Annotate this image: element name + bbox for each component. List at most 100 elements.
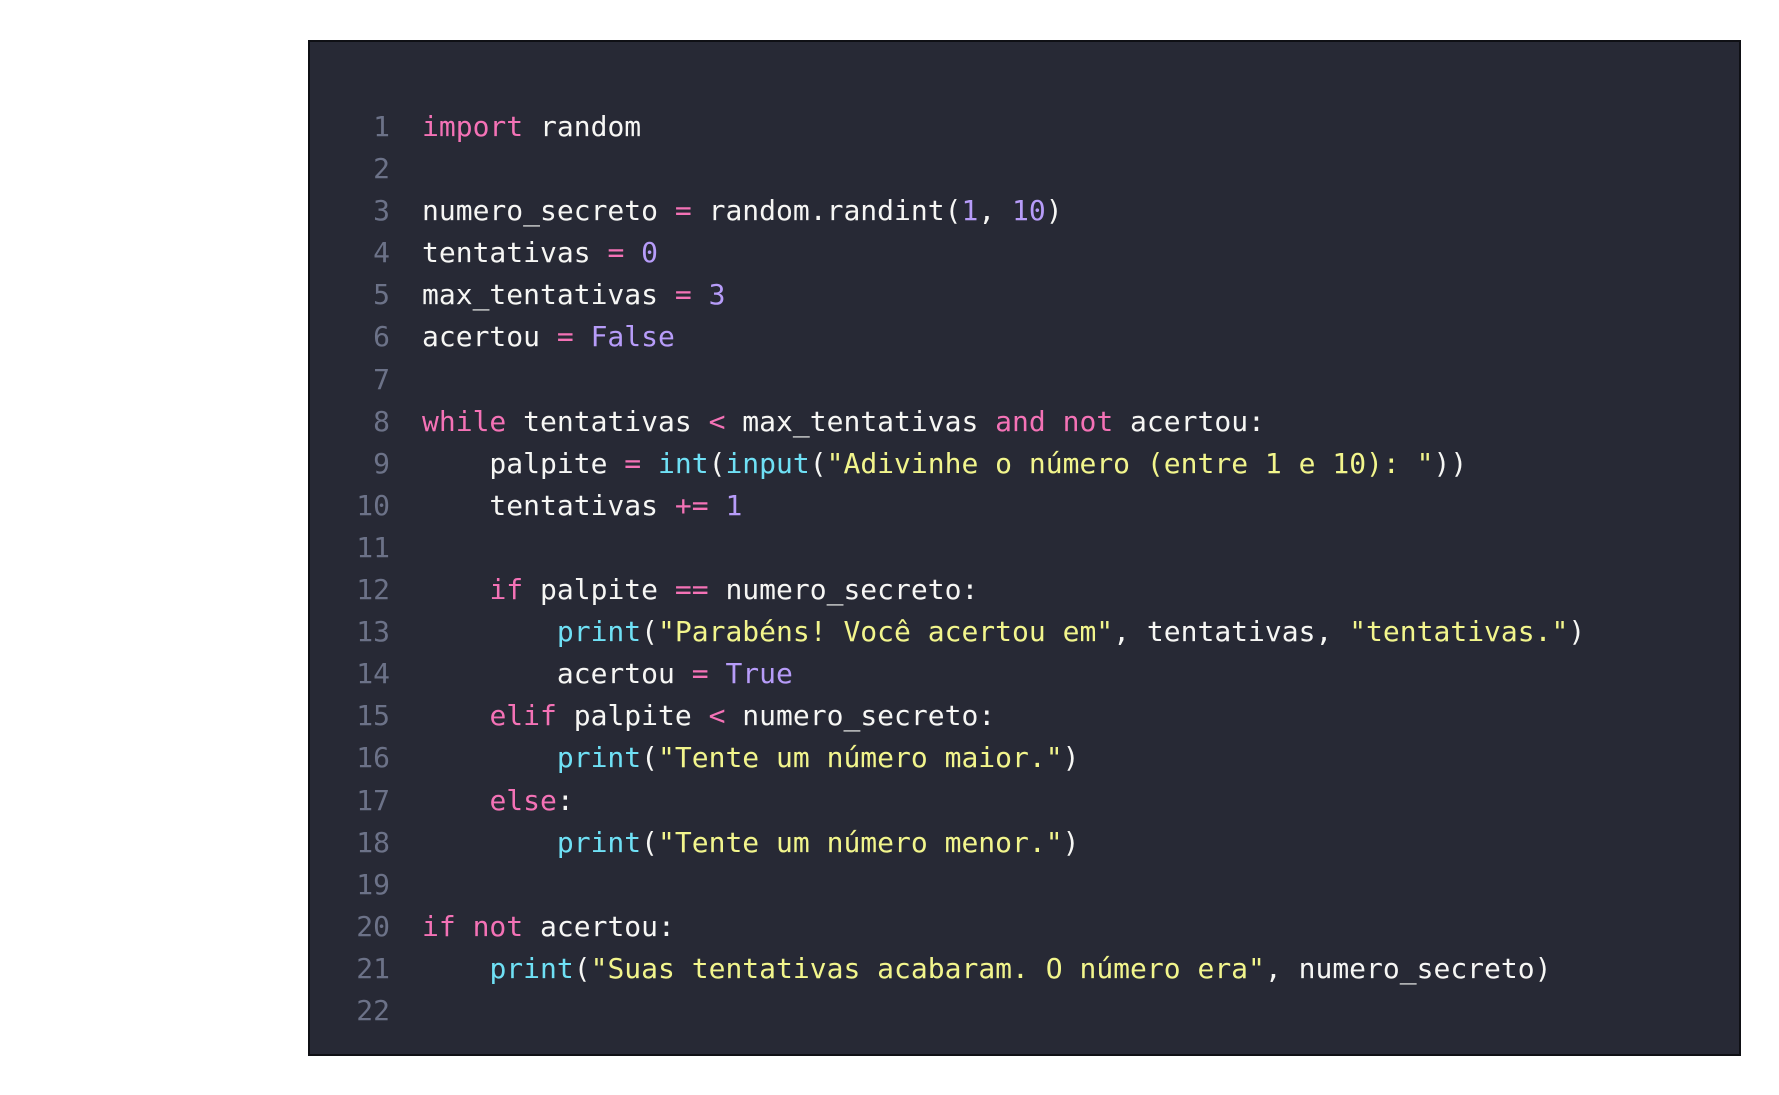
code-line[interactable]: 20 if not acertou: [310, 906, 1739, 948]
code-line[interactable]: 7 [310, 359, 1739, 401]
line-code: acertou = False [390, 316, 675, 358]
code-token-pl: ) [1062, 825, 1080, 859]
code-token-pl: tentativas [506, 404, 709, 438]
code-token-kw: import [422, 110, 524, 143]
code-token-str: "Parabéns! Você acertou em" [658, 615, 1114, 649]
code-line[interactable]: 9 palpite = int(input("Adivinhe o número… [310, 443, 1739, 485]
code-token-fn: print [556, 615, 642, 649]
code-line[interactable]: 16 print("Tente um número maior.") [310, 737, 1739, 779]
code-line[interactable]: 6 acertou = False [310, 316, 1739, 358]
code-token-op: = [674, 278, 692, 312]
line-code: print("Tente um número menor.") [390, 822, 1080, 864]
line-number: 12 [356, 573, 390, 607]
line-number: 10 [356, 488, 390, 522]
line-code: acertou = True [390, 653, 793, 695]
code-token-kw: and [995, 404, 1046, 438]
code-token-str: "Adivinhe o número (entre 1 e 10): " [826, 446, 1434, 480]
line-number: 22 [356, 993, 390, 1027]
code-token-const: True [725, 657, 793, 691]
line-number: 17 [356, 783, 390, 817]
code-line[interactable]: 21 print("Suas tentativas acabaram. O nú… [310, 948, 1739, 990]
code-line[interactable]: 12 if palpite == numero_secreto: [310, 569, 1739, 611]
code-lines: 1 import random 2 3 numero_secreto = random.… [310, 106, 1739, 1032]
code-token-pl: , numero_secreto) [1264, 951, 1552, 985]
code-line[interactable]: 13 print("Parabéns! Você acertou em", te… [310, 611, 1739, 653]
line-number: 2 [373, 152, 390, 186]
code-line[interactable]: 10 tentativas += 1 [310, 485, 1739, 527]
line-number: 15 [356, 699, 390, 733]
line-number: 13 [356, 615, 390, 649]
code-line[interactable]: 4 tentativas = 0 [310, 232, 1739, 274]
line-code: elif palpite < numero_secreto: [390, 695, 995, 737]
code-token-kw: elif [489, 699, 557, 733]
code-token-str: "Tente um número menor." [658, 825, 1063, 859]
code-token-op: = [691, 657, 709, 691]
code-line[interactable]: 3 numero_secreto = random.randint(1, 10) [310, 190, 1739, 232]
code-token-kw: if [489, 573, 524, 607]
line-code: numero_secreto = random.randint(1, 10) [390, 190, 1063, 232]
code-token-pl: random.randint( [691, 194, 962, 228]
line-code: while tentativas < max_tentativas and no… [390, 401, 1265, 443]
code-token-pl: palpite [523, 573, 675, 607]
code-line[interactable]: 15 elif palpite < numero_secreto: [310, 695, 1739, 737]
line-code: tentativas += 1 [390, 485, 742, 527]
code-line[interactable]: 17 else: [310, 780, 1739, 822]
code-token-pl: max_tentativas [422, 278, 675, 312]
code-token-op: = [624, 446, 642, 480]
code-line[interactable]: 18 print("Tente um número menor.") [310, 822, 1739, 864]
code-token-num: 10 [1012, 194, 1046, 228]
code-line[interactable]: 1 import random [310, 106, 1739, 148]
code-token-str: "Tente um número maior." [658, 741, 1063, 775]
code-token-pl: , tentativas, [1113, 615, 1350, 649]
code-token-pl: ( [641, 615, 659, 649]
code-token-const: False [590, 320, 675, 354]
code-token-kw: not [1062, 404, 1114, 438]
line-number: 9 [373, 446, 390, 480]
code-token-op: == [674, 573, 709, 607]
line-number: 18 [356, 825, 390, 859]
code-token-pl: ) [1062, 741, 1080, 775]
code-token-pl: ( [641, 741, 659, 775]
code-token-kw: while [422, 404, 507, 438]
code-token-pl: )) [1433, 446, 1468, 480]
code-token-pl: acertou: [1113, 404, 1265, 438]
code-token-pl: max_tentativas [725, 404, 996, 438]
code-line[interactable]: 14 acertou = True [310, 653, 1739, 695]
code-line[interactable]: 19 [310, 864, 1739, 906]
code-token-pl: tentativas [422, 488, 675, 522]
code-token-pl: acertou: [523, 909, 675, 943]
code-line[interactable]: 8 while tentativas < max_tentativas and n… [310, 401, 1739, 443]
code-line[interactable]: 5 max_tentativas = 3 [310, 274, 1739, 316]
code-token-kw: if [422, 909, 456, 943]
code-editor[interactable]: 1 import random 2 3 numero_secreto = random.… [308, 40, 1741, 1056]
code-token-fn: print [556, 825, 642, 859]
code-token-num: 1 [725, 488, 743, 522]
code-line[interactable]: 11 [310, 527, 1739, 569]
line-number: 21 [356, 951, 390, 985]
code-token-str: "Suas tentativas acabaram. O número era" [590, 951, 1265, 985]
line-number: 5 [373, 278, 390, 312]
line-code: else: [390, 780, 573, 822]
line-number: 14 [356, 657, 390, 691]
code-token-num: 1 [961, 194, 979, 228]
line-number: 1 [373, 110, 390, 143]
code-token-op: = [556, 320, 574, 354]
line-number: 11 [356, 530, 390, 564]
code-token-pl: palpite [556, 699, 709, 733]
code-token-pl: palpite [422, 446, 625, 480]
code-token-pl: , [978, 194, 1013, 228]
code-token-op: < [708, 404, 726, 438]
code-line[interactable]: 2 [310, 148, 1739, 190]
line-number: 16 [356, 741, 390, 775]
code-line[interactable]: 22 [310, 990, 1739, 1032]
